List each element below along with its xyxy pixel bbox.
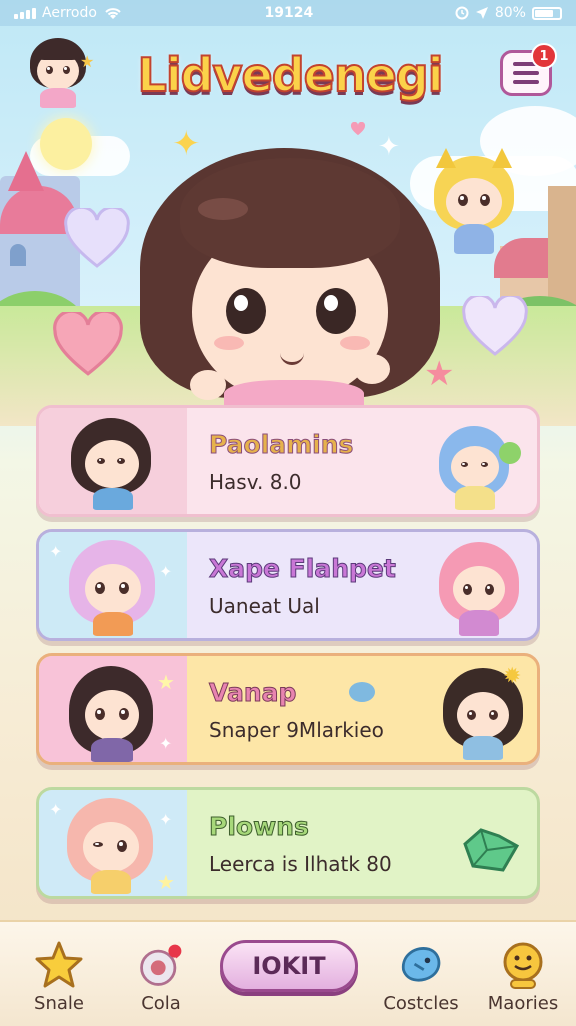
carrier-label: Aerrodo (42, 5, 97, 21)
card-portrait (71, 418, 155, 514)
wave-icon (349, 682, 375, 702)
card-subtitle: Snaper 9Mlarkieo (209, 718, 384, 742)
bird-icon (396, 940, 446, 990)
card-title: Paolamins (208, 430, 354, 460)
card-side-character (439, 542, 523, 638)
main-character[interactable] (140, 148, 440, 414)
battery-icon (531, 6, 562, 20)
battery-percent: 80% (494, 5, 526, 21)
notification-badge: 1 (531, 43, 557, 69)
companion-character[interactable] (428, 148, 520, 258)
leaf-icon (499, 442, 521, 464)
heart-icon (53, 312, 123, 376)
character-card-2[interactable]: ✦ ✦ Xape Flahpet Uaneat Ual (36, 529, 540, 641)
game-title: Lidvedenegi (137, 47, 445, 103)
nav-label: Cola (141, 993, 181, 1014)
player-avatar[interactable]: ★ (26, 38, 94, 108)
gem-icon (463, 828, 520, 872)
character-card-1[interactable]: Paolamins Hasv. 8.0 (36, 405, 540, 517)
card-title: Vanap (208, 678, 297, 708)
smiley-icon (498, 940, 548, 990)
card-title: Xape Flahpet (209, 554, 397, 584)
card-portrait (69, 666, 157, 762)
alarm-icon (455, 6, 469, 20)
sun (40, 118, 92, 170)
star-icon (34, 940, 84, 990)
nav-label: Costcles (383, 993, 459, 1014)
heart-icon (462, 296, 528, 356)
status-bar: Aerrodo 19124 80% (0, 0, 576, 26)
card-portrait (67, 798, 157, 896)
signal-icon (14, 7, 36, 19)
nav-item-maories[interactable]: Maories (468, 922, 576, 1026)
heart-icon (350, 122, 366, 136)
location-icon (475, 7, 488, 19)
menu-button[interactable]: 1 (500, 43, 557, 96)
nav-label: Maories (487, 993, 559, 1014)
play-button[interactable]: IOKIT (220, 940, 358, 992)
nav-item-snale[interactable]: Snale (4, 922, 114, 1026)
character-card-4[interactable]: ✦ ✦ ★ Plowns Leerca is Ilhatk 80 (36, 787, 540, 899)
star-wand-icon: ★ (80, 52, 95, 71)
heart-icon (64, 208, 130, 268)
wifi-icon (105, 8, 121, 19)
nav-label: Snale (34, 993, 84, 1014)
ornament-icon (136, 940, 186, 990)
clock: 19124 (264, 5, 314, 21)
card-portrait (69, 540, 159, 638)
card-subtitle: Hasv. 8.0 (209, 470, 302, 494)
character-card-3[interactable]: ★ ✦ Vanap Snaper 9Mlarkieo ✹ (36, 653, 540, 765)
nav-item-cola[interactable]: Cola (106, 922, 216, 1026)
card-title: Plowns (209, 812, 310, 842)
nav-item-costcles[interactable]: Costcles (366, 922, 476, 1026)
card-side-character (439, 422, 521, 514)
card-subtitle: Leerca is Ilhatk 80 (209, 852, 392, 876)
card-subtitle: Uaneat Ual (209, 594, 320, 618)
card-side-character: ✹ (443, 664, 527, 762)
